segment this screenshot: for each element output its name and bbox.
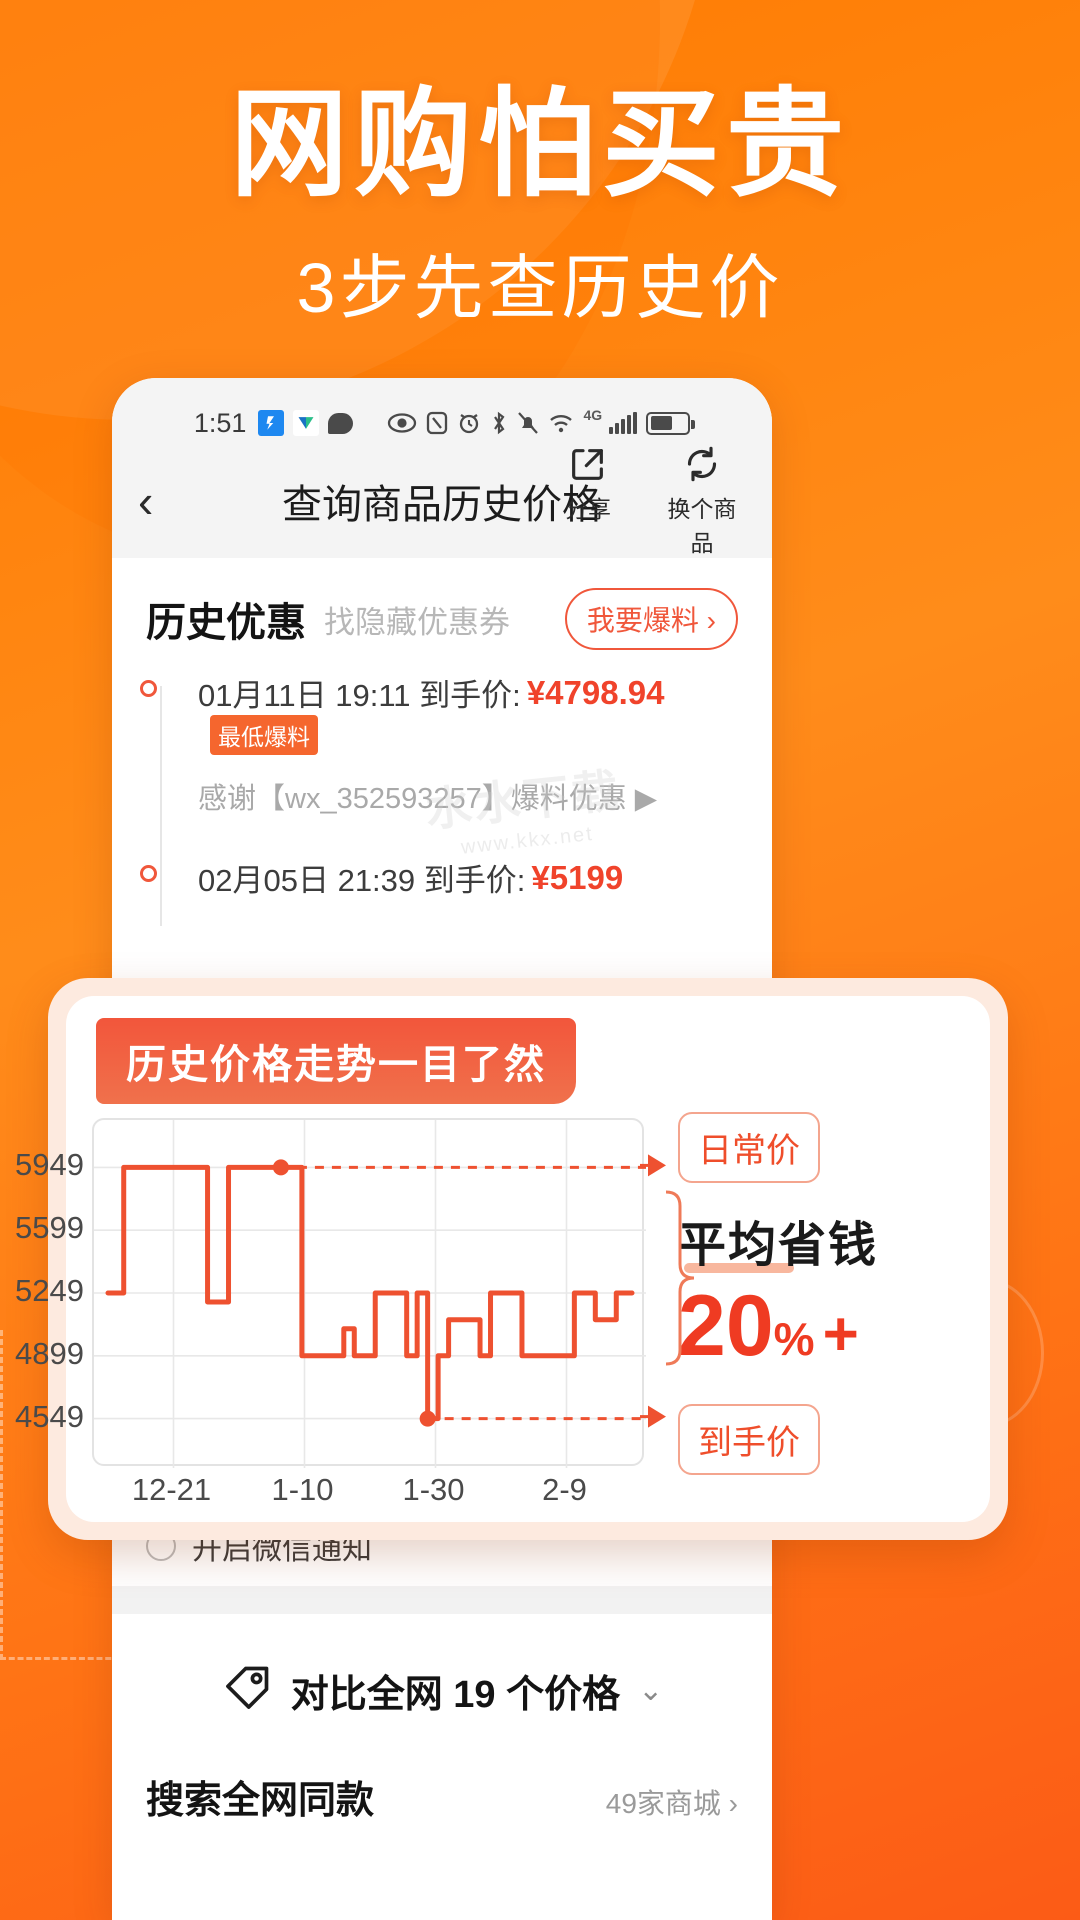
change-product-button[interactable]: 换个商品: [658, 444, 746, 558]
status-badge: 最低爆料: [210, 715, 318, 755]
tag-icon: [221, 1662, 273, 1719]
history-section-header: 历史优惠 找隐藏优惠券 我要爆料 ›: [112, 558, 772, 662]
chevron-down-icon: ⌄: [638, 1674, 664, 1707]
chart-x-tick: 1-30: [402, 1472, 465, 1507]
app-green-icon: [293, 410, 320, 436]
network-type-label: 4G: [583, 407, 603, 423]
chart-x-tick: 2-9: [542, 1472, 587, 1507]
battery-icon: [646, 411, 696, 435]
chart-y-tick: 4549: [15, 1398, 84, 1434]
savings-plus-sign: +: [822, 1300, 859, 1369]
history-entry-price-label: 到手价:: [419, 678, 521, 713]
promo-title: 网购怕买贵: [229, 79, 850, 211]
history-entry-note[interactable]: 感谢【wx_352593257】爆料优惠 ▶: [198, 775, 738, 817]
timeline-dot: [140, 865, 157, 882]
history-subtitle: 找隐藏优惠券: [324, 604, 510, 640]
history-title: 历史优惠: [146, 601, 306, 645]
history-entry-price: ¥5199: [531, 858, 624, 896]
savings-number: 20: [678, 1278, 774, 1374]
chart-y-tick: 4899: [15, 1335, 84, 1371]
label-daily-price: 日常价: [678, 1112, 820, 1183]
search-same-label: 搜索全网同款: [146, 1780, 375, 1822]
history-entry-main: 02月05日 21:39 到手价: ¥5199: [198, 855, 738, 900]
bluetooth-icon: [490, 411, 508, 435]
share-label: 分享: [565, 496, 611, 522]
alarm-icon: [457, 411, 481, 435]
price-chart-inner: 历史价格走势一目了然 5949 5599 5249 4899 4549 12-21 1-1…: [15, 996, 990, 1522]
chart-y-tick: 5249: [15, 1273, 84, 1308]
refresh-icon: [658, 444, 746, 488]
app-navbar: ‹ 查询商品历史价格 分享 换个商品: [112, 446, 772, 558]
section-divider: [112, 1586, 772, 1614]
eye-icon: [387, 412, 417, 434]
promo-subtitle: 3步先查历史价: [296, 249, 784, 327]
list-item[interactable]: 02月05日 21:39 到手价: ¥5199: [140, 855, 738, 900]
history-entry-price-label: 到手价:: [423, 863, 526, 898]
status-bar: 1:51 4G: [112, 378, 772, 450]
wifi-icon: [548, 412, 574, 434]
share-icon: [544, 444, 632, 488]
mute-bell-icon: [517, 411, 539, 435]
history-entry-date: 02月05日 21:39: [198, 863, 416, 898]
chart-x-axis-labels: 12-21 1-10 1-30 2-9: [92, 1468, 644, 1508]
savings-title: 平均省钱: [678, 1219, 879, 1272]
store-count-label: 49家商城 ›: [605, 1788, 738, 1819]
history-entry-main: 01月11日 19:11 到手价: ¥4798.94 最低爆料: [198, 670, 738, 755]
chart-x-tick: 12-21: [131, 1472, 212, 1507]
chart-annotations: 日常价 平均省钱 20 % + 到手价: [678, 1112, 978, 1475]
list-item[interactable]: 01月11日 19:11 到手价: ¥4798.94 最低爆料 感谢【wx_35…: [140, 670, 738, 817]
price-chart-card: 历史价格走势一目了然 5949 5599 5249 4899 4549 12-21 1-1…: [15, 978, 1008, 1540]
history-entry-price: ¥4798.94: [526, 673, 665, 711]
chart-y-axis-labels: 5949 5599 5249 4899 4549: [15, 1118, 184, 1466]
change-product-label: 换个商品: [667, 496, 737, 556]
signal-icon: [609, 412, 638, 434]
back-button[interactable]: ‹: [138, 478, 198, 524]
search-same-row[interactable]: 搜索全网同款 49家商城 ›: [112, 1759, 772, 1824]
nfc-icon: [426, 411, 448, 435]
status-time: 1:51: [193, 407, 247, 438]
label-final-price: 到手价: [678, 1404, 820, 1475]
compare-prices-button[interactable]: 对比全网 19 个价格 ⌄: [112, 1614, 772, 1759]
history-entry-date: 01月11日 19:11: [198, 678, 411, 713]
compare-prices-label: 对比全网 19 个价格: [290, 1674, 621, 1716]
share-button[interactable]: 分享: [544, 444, 632, 558]
app-blue-icon: [258, 410, 285, 436]
chart-x-tick: 1-10: [271, 1472, 334, 1507]
timeline-dot: [140, 680, 157, 697]
report-button[interactable]: 我要爆料 ›: [564, 588, 738, 650]
chart-y-tick: 5949: [15, 1147, 84, 1183]
savings-percent-sign: %: [773, 1313, 815, 1365]
navbar-actions: 分享 换个商品: [544, 444, 746, 558]
chart-banner-title: 历史价格走势一目了然: [96, 1018, 576, 1104]
history-timeline: 01月11日 19:11 到手价: ¥4798.94 最低爆料 感谢【wx_35…: [112, 662, 772, 946]
chat-icon: [328, 412, 354, 434]
chart-y-tick: 5599: [15, 1210, 84, 1246]
